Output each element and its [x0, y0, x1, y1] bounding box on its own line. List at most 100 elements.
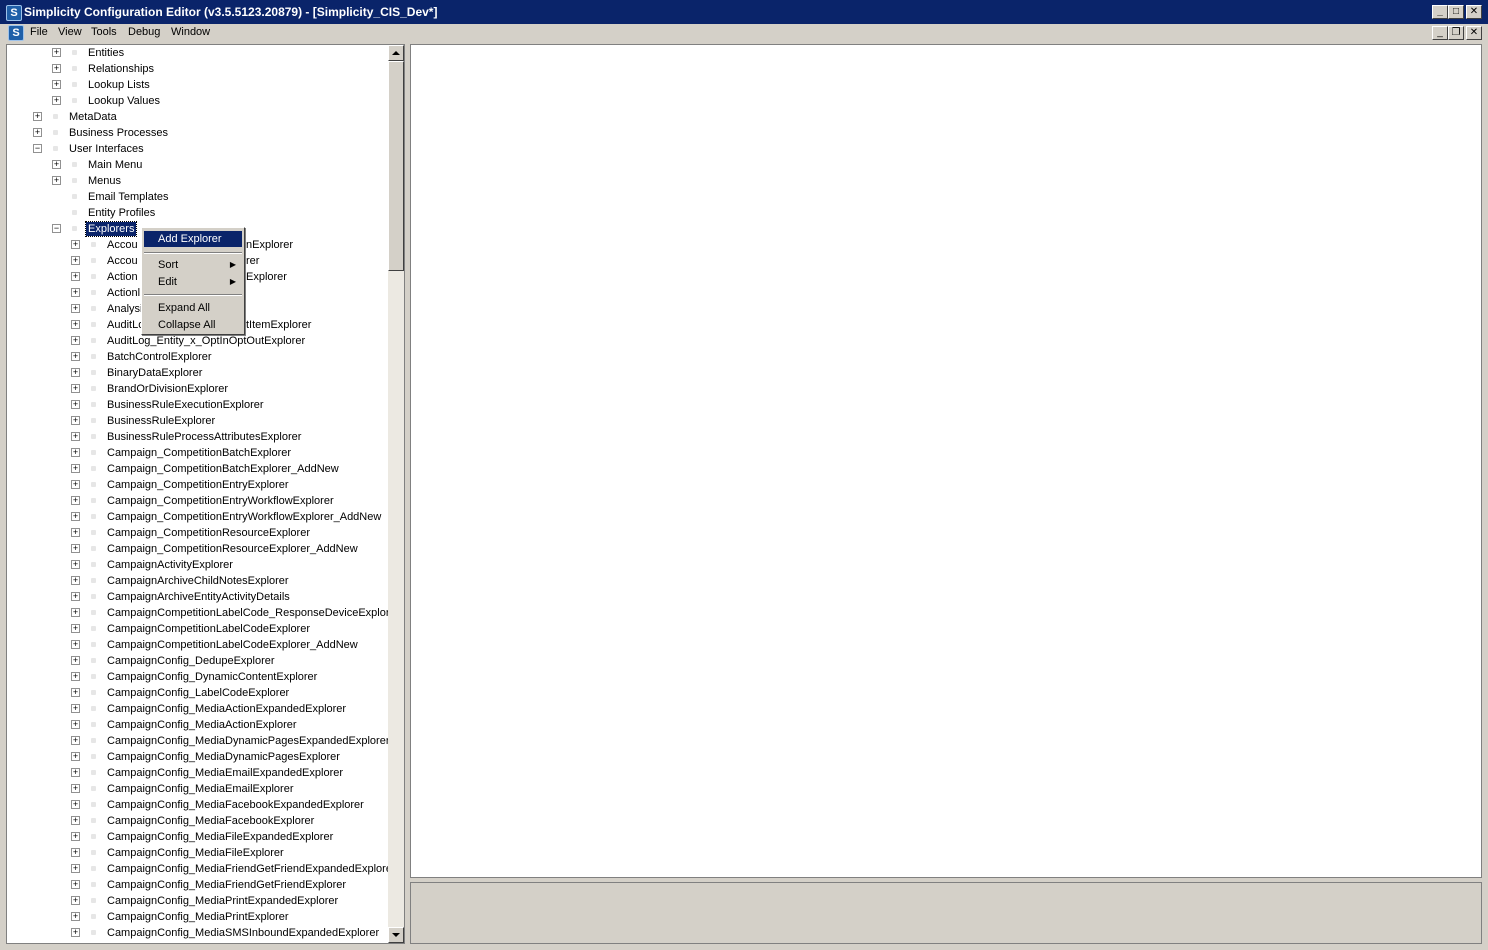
tree-item[interactable]: + Campaign_CompetitionEntryWorkflowExplor… [7, 509, 389, 525]
tree-item[interactable]: + CampaignConfig_MediaFriendGetFriendExpl… [7, 877, 389, 893]
tree-item[interactable]: + CampaignConfig_DynamicContentExplorer [7, 669, 389, 685]
expand-icon[interactable]: + [71, 400, 80, 409]
tree-item[interactable]: + Campaign_CompetitionResourceExplorer_Ad… [7, 541, 389, 557]
tree-item[interactable]: + CampaignConfig_MediaSMSInboundExpandedE… [7, 925, 389, 941]
expand-icon[interactable]: + [52, 160, 61, 169]
tree-item[interactable]: + Campaign_CompetitionEntryExplorer [7, 477, 389, 493]
expand-icon[interactable]: + [71, 864, 80, 873]
tree-item[interactable]: + CampaignCompetitionLabelCodeExplorer [7, 621, 389, 637]
expand-icon[interactable]: + [71, 240, 80, 249]
context-collapse-all[interactable]: Collapse All [144, 317, 242, 333]
expand-icon[interactable]: + [52, 176, 61, 185]
tree-item[interactable]: + Entities [7, 45, 389, 61]
scroll-down-icon[interactable] [388, 927, 404, 943]
tree-item[interactable]: + Campaign_CompetitionResourceExplorer [7, 525, 389, 541]
expand-icon[interactable]: + [71, 688, 80, 697]
tree-item[interactable]: + Main Menu [7, 157, 389, 173]
menu-window[interactable]: Window [171, 26, 210, 38]
minimize-icon[interactable]: _ [1432, 5, 1448, 19]
tree-item[interactable]: + Lookup Lists [7, 77, 389, 93]
expand-icon[interactable]: + [71, 928, 80, 937]
expand-icon[interactable]: + [71, 336, 80, 345]
close-icon[interactable]: ✕ [1466, 5, 1482, 19]
tree-item[interactable]: + CampaignArchiveChildNotesExplorer [7, 573, 389, 589]
expand-icon[interactable]: + [52, 80, 61, 89]
menu-debug[interactable]: Debug [128, 26, 160, 38]
tree-item[interactable]: + CampaignConfig_DedupeExplorer [7, 653, 389, 669]
expand-icon[interactable]: + [71, 912, 80, 921]
expand-icon[interactable]: + [71, 512, 80, 521]
context-edit[interactable]: Edit ▶ [144, 274, 242, 290]
expand-icon[interactable]: + [71, 320, 80, 329]
tree-item[interactable]: + CampaignConfig_MediaDynamicPagesExpande… [7, 733, 389, 749]
tree-item[interactable]: + BusinessRuleExplorer [7, 413, 389, 429]
context-sort[interactable]: Sort ▶ [144, 257, 242, 273]
mdi-close-icon[interactable]: ✕ [1466, 26, 1482, 40]
expand-icon[interactable]: + [71, 752, 80, 761]
tree-item[interactable]: + CampaignConfig_MediaPrintExplorer [7, 909, 389, 925]
expand-icon[interactable]: + [71, 544, 80, 553]
tree-item[interactable]: + Business Processes [7, 125, 389, 141]
tree-item[interactable]: + CampaignConfig_MediaFriendGetFriendExpa… [7, 861, 389, 877]
expand-icon[interactable]: + [71, 656, 80, 665]
tree-item[interactable]: + BrandOrDivisionExplorer [7, 381, 389, 397]
tree-scrollbar[interactable] [388, 45, 404, 943]
expand-icon[interactable]: + [71, 368, 80, 377]
expand-icon[interactable]: + [71, 736, 80, 745]
scroll-up-icon[interactable] [388, 45, 404, 61]
tree-item[interactable]: + CampaignArchiveEntityActivityDetails [7, 589, 389, 605]
expand-icon[interactable]: + [71, 624, 80, 633]
collapse-icon[interactable]: − [33, 144, 42, 153]
tree-item[interactable]: + Lookup Values [7, 93, 389, 109]
explorer-tree[interactable]: + Entities + Relationships + Lookup Lists + Loo… [6, 44, 405, 944]
tree-item[interactable]: + Menus [7, 173, 389, 189]
tree-item[interactable]: + CampaignConfig_MediaFacebookExpandedExp… [7, 797, 389, 813]
maximize-icon[interactable]: □ [1448, 5, 1464, 19]
tree-item[interactable]: + Campaign_CompetitionBatchExplorer [7, 445, 389, 461]
expand-icon[interactable]: + [71, 592, 80, 601]
tree-item[interactable]: + Campaign_CompetitionEntryWorkflowExplor… [7, 493, 389, 509]
expand-icon[interactable]: + [52, 96, 61, 105]
tree-item[interactable]: + CampaignConfig_MediaFacebookExplorer [7, 813, 389, 829]
tree-item[interactable]: + CampaignConfig_LabelCodeExplorer [7, 685, 389, 701]
tree-item[interactable]: + BinaryDataExplorer [7, 365, 389, 381]
expand-icon[interactable]: + [71, 720, 80, 729]
mdi-minimize-icon[interactable]: _ [1432, 26, 1448, 40]
expand-icon[interactable]: + [71, 352, 80, 361]
tree-item[interactable]: + BusinessRuleExecutionExplorer [7, 397, 389, 413]
tree-item[interactable]: − User Interfaces [7, 141, 389, 157]
document-icon[interactable]: S [8, 25, 24, 41]
expand-icon[interactable]: + [71, 432, 80, 441]
tree-item[interactable]: + CampaignConfig_MediaEmailExpandedExplor… [7, 765, 389, 781]
tree-item[interactable]: + CampaignConfig_MediaFileExplorer [7, 845, 389, 861]
tree-item[interactable]: Email Templates [7, 189, 389, 205]
properties-pane[interactable] [410, 882, 1482, 944]
expand-icon[interactable]: + [71, 848, 80, 857]
tree-item[interactable]: + AuditLog_Entity_x_OptInOptOutExplorer [7, 333, 389, 349]
expand-icon[interactable]: + [71, 560, 80, 569]
tree-item[interactable]: + CampaignConfig_MediaDynamicPagesExplore… [7, 749, 389, 765]
context-expand-all[interactable]: Expand All [144, 300, 242, 316]
tree-item[interactable]: + CampaignConfig_MediaActionExplorer [7, 717, 389, 733]
expand-icon[interactable]: + [71, 576, 80, 585]
tree-item[interactable]: + CampaignCompetitionLabelCodeExplorer_Ad… [7, 637, 389, 653]
menu-view[interactable]: View [58, 26, 82, 38]
expand-icon[interactable]: + [71, 832, 80, 841]
expand-icon[interactable]: + [71, 416, 80, 425]
expand-icon[interactable]: + [71, 704, 80, 713]
context-add-explorer[interactable]: Add Explorer [144, 231, 242, 247]
expand-icon[interactable]: + [33, 112, 42, 121]
tree-item[interactable]: Entity Profiles [7, 205, 389, 221]
expand-icon[interactable]: + [71, 880, 80, 889]
expand-icon[interactable]: + [71, 288, 80, 297]
expand-icon[interactable]: + [71, 272, 80, 281]
expand-icon[interactable]: + [33, 128, 42, 137]
tree-item[interactable]: + CampaignConfig_MediaPrintExpandedExplor… [7, 893, 389, 909]
mdi-restore-icon[interactable]: ❐ [1448, 26, 1464, 40]
tree-item[interactable]: + BatchControlExplorer [7, 349, 389, 365]
expand-icon[interactable]: + [71, 304, 80, 313]
expand-icon[interactable]: + [71, 640, 80, 649]
expand-icon[interactable]: + [71, 800, 80, 809]
editor-content-pane[interactable] [410, 44, 1482, 878]
expand-icon[interactable]: + [71, 464, 80, 473]
